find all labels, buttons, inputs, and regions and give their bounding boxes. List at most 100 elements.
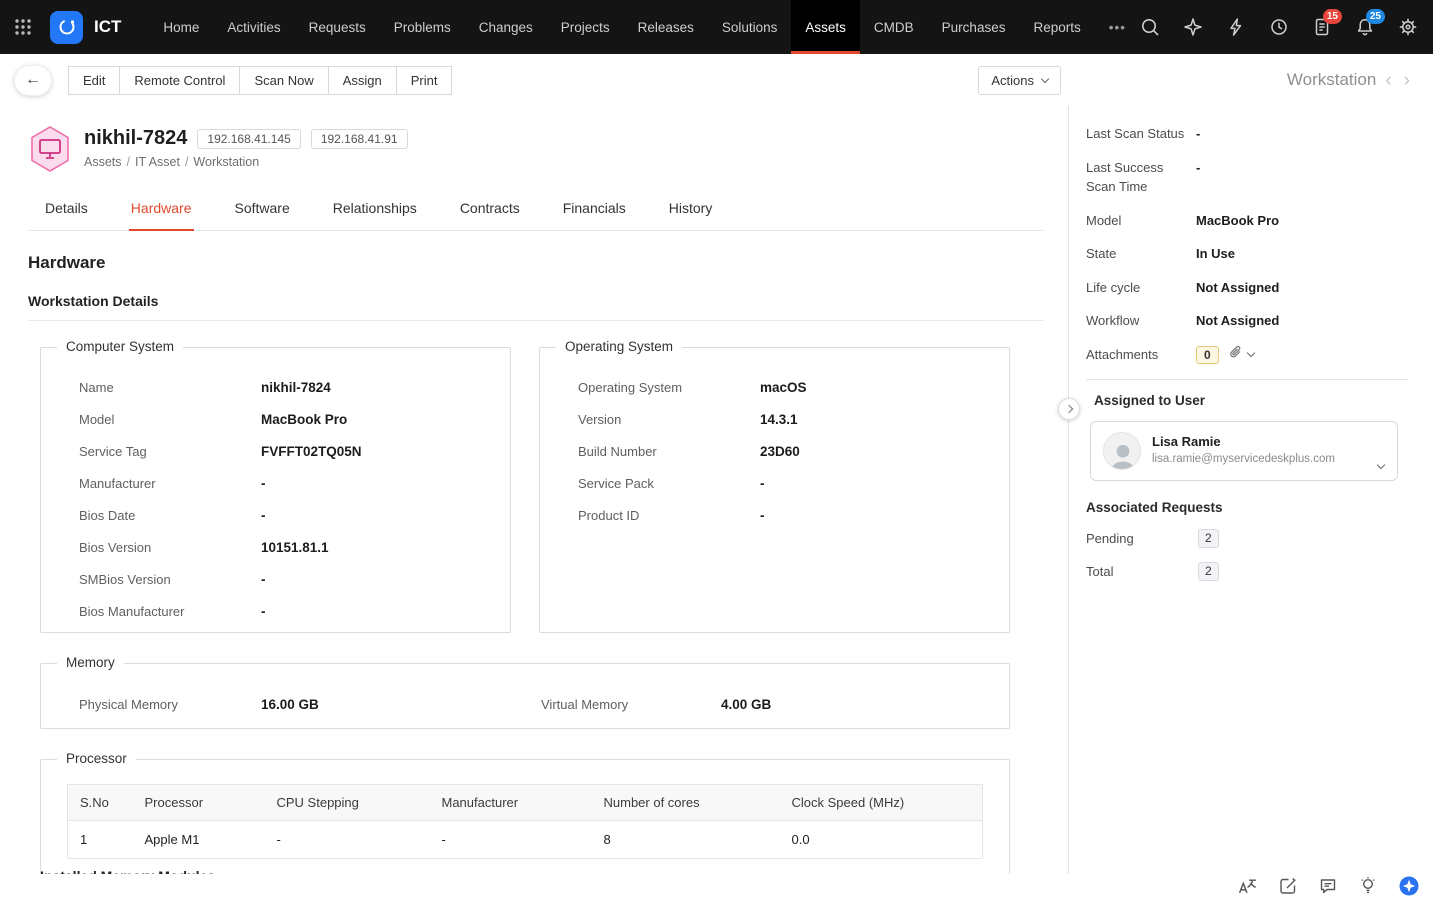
total-count-badge[interactable]: 2 xyxy=(1198,561,1219,581)
print-button[interactable]: Print xyxy=(395,65,453,95)
sidebar-field-value: In Use xyxy=(1196,246,1236,261)
field-row: SMBios Version - xyxy=(41,564,510,596)
pending-count-badge[interactable]: 2 xyxy=(1198,528,1219,548)
tab-history[interactable]: History xyxy=(667,190,715,230)
processor-table-head: S.No Processor CPU Stepping Manufacturer… xyxy=(67,784,983,821)
add-attachment-control[interactable] xyxy=(1228,345,1255,365)
processor-legend: Processor xyxy=(57,750,136,766)
content-row: nikhil-7824 192.168.41.145 192.168.41.91… xyxy=(0,106,1433,898)
translate-icon[interactable] xyxy=(1237,876,1258,897)
field-label: Physical Memory xyxy=(79,697,178,712)
scan-now-button[interactable]: Scan Now xyxy=(239,65,329,95)
top-navbar: ICT Home Activities Requests Problems Ch… xyxy=(0,0,1433,54)
previous-record-button[interactable]: ‹ xyxy=(1382,71,1394,90)
column-header: Number of cores xyxy=(591,784,780,821)
nav-item-requests[interactable]: Requests xyxy=(295,0,380,54)
nav-item-solutions[interactable]: Solutions xyxy=(708,0,792,54)
tab-financials[interactable]: Financials xyxy=(561,190,628,230)
ip-address-chip: 192.168.41.145 xyxy=(197,128,301,149)
field-label: Product ID xyxy=(578,508,640,523)
page: ICT Home Activities Requests Problems Ch… xyxy=(0,0,1433,898)
history-icon[interactable] xyxy=(1269,17,1289,37)
sidebar-field-value: - xyxy=(1196,159,1201,175)
notifications-bell-icon[interactable]: 25 xyxy=(1355,9,1385,37)
chevron-down-icon xyxy=(1246,348,1255,358)
tab-details[interactable]: Details xyxy=(43,190,90,230)
ict-logo[interactable] xyxy=(50,10,83,44)
breadcrumb-assets[interactable]: Assets xyxy=(84,155,122,169)
field-label: Bios Manufacturer xyxy=(79,604,185,619)
approvals-icon[interactable]: 15 xyxy=(1312,9,1342,37)
field-row: Bios Version 10151.81.1 xyxy=(41,532,510,564)
field-value: - xyxy=(261,604,266,619)
tab-relationships[interactable]: Relationships xyxy=(331,190,419,230)
breadcrumb-it-asset[interactable]: IT Asset xyxy=(135,155,180,169)
chevron-down-icon xyxy=(1040,74,1050,83)
nav-item-cmdb[interactable]: CMDB xyxy=(860,0,928,54)
field-label: Service Tag xyxy=(79,444,147,459)
settings-gear-icon[interactable] xyxy=(1398,17,1418,37)
nav-item-purchases[interactable]: Purchases xyxy=(928,0,1020,54)
right-sidebar: Last Scan Status - Last Success Scan Tim… xyxy=(1069,106,1433,898)
field-row: Name nikhil-7824 xyxy=(41,372,510,404)
asset-title-row: nikhil-7824 192.168.41.145 192.168.41.91 xyxy=(84,127,408,150)
whats-new-icon[interactable] xyxy=(1183,17,1203,37)
user-card-text: Lisa Ramie lisa.ramie@myservicedeskplus.… xyxy=(1152,432,1335,470)
paperclip-icon xyxy=(1228,345,1243,365)
nav-item-releases[interactable]: Releases xyxy=(624,0,708,54)
chevron-down-icon[interactable] xyxy=(1376,460,1386,469)
table-row: 1 Apple M1 - - 8 0.0 xyxy=(68,820,983,858)
edit-button[interactable]: Edit xyxy=(68,65,121,95)
sidebar-field-label: Model xyxy=(1086,212,1122,228)
nav-item-activities[interactable]: Activities xyxy=(213,0,294,54)
field-value: - xyxy=(760,476,765,491)
sidebar-field-row: Workflow Not Assigned xyxy=(1086,311,1409,331)
assign-button[interactable]: Assign xyxy=(327,65,397,95)
sidebar-collapse-toggle[interactable] xyxy=(1058,398,1080,420)
computer-system-legend: Computer System xyxy=(57,338,184,354)
memory-legend: Memory xyxy=(57,654,124,670)
nav-item-projects[interactable]: Projects xyxy=(547,0,624,54)
zia-assistant-icon[interactable] xyxy=(1398,875,1420,897)
field-value: 14.3.1 xyxy=(760,412,798,427)
breadcrumb: Assets / IT Asset / Workstation xyxy=(84,155,408,169)
ideas-bulb-icon[interactable] xyxy=(1358,876,1378,896)
field-value: - xyxy=(261,572,266,587)
sidebar-field-label: Life cycle xyxy=(1086,279,1141,295)
actions-dropdown-button[interactable]: Actions xyxy=(978,65,1061,95)
operating-system-box: Operating System Operating System macOS … xyxy=(539,338,1010,633)
user-name: Lisa Ramie xyxy=(1152,433,1221,449)
workstation-asset-icon xyxy=(28,125,72,178)
field-row: Version 14.3.1 xyxy=(540,404,1009,436)
column-header: Processor xyxy=(132,784,265,821)
nav-item-more[interactable]: ••• xyxy=(1095,0,1140,54)
breadcrumb-workstation[interactable]: Workstation xyxy=(193,155,259,169)
field-label: Model xyxy=(79,412,115,427)
chat-icon[interactable] xyxy=(1318,876,1338,896)
main-content: nikhil-7824 192.168.41.145 192.168.41.91… xyxy=(0,106,1069,898)
next-record-button[interactable]: › xyxy=(1401,71,1413,90)
search-icon[interactable] xyxy=(1140,17,1160,37)
tab-contracts[interactable]: Contracts xyxy=(458,190,522,230)
table-cell: - xyxy=(441,831,446,847)
navbar-right: 15 25 xyxy=(1140,0,1433,54)
nav-item-assets[interactable]: Assets xyxy=(791,0,860,54)
field-row: Bios Manufacturer - xyxy=(41,596,510,628)
nav-item-problems[interactable]: Problems xyxy=(380,0,465,54)
back-button[interactable]: ← xyxy=(14,64,52,96)
feedback-icon[interactable] xyxy=(1278,876,1298,896)
tab-hardware[interactable]: Hardware xyxy=(128,190,194,231)
nav-item-home[interactable]: Home xyxy=(149,0,213,54)
tab-software[interactable]: Software xyxy=(233,190,292,230)
field-value: macOS xyxy=(760,380,807,395)
ip-address-chip: 192.168.41.91 xyxy=(310,128,408,149)
sidebar-field-row: Model MacBook Pro xyxy=(1086,211,1409,231)
app-grid-icon[interactable] xyxy=(0,0,46,54)
breadcrumb-separator: / xyxy=(126,155,130,169)
remote-control-button[interactable]: Remote Control xyxy=(119,65,241,95)
assigned-user-card[interactable]: Lisa Ramie lisa.ramie@myservicedeskplus.… xyxy=(1090,420,1398,481)
nav-item-changes[interactable]: Changes xyxy=(465,0,547,54)
quick-actions-icon[interactable] xyxy=(1226,17,1246,37)
nav-item-reports[interactable]: Reports xyxy=(1019,0,1094,54)
sidebar-field-value: Not Assigned xyxy=(1196,279,1280,295)
